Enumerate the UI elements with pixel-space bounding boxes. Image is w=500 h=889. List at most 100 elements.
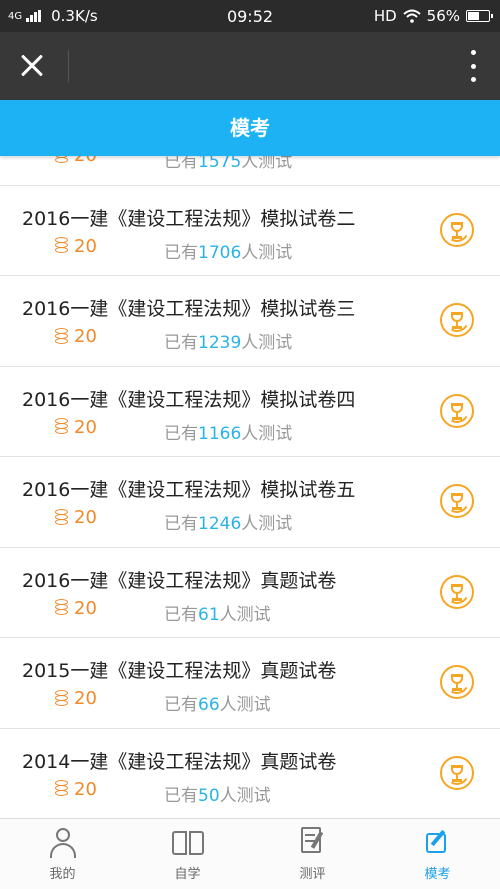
tester-prefix: 已有 [164, 604, 198, 625]
battery-percent: 56% [426, 7, 460, 25]
tester-suffix: 人测试 [219, 695, 271, 715]
list-item[interactable]: 2016一建《建设工程法规》模拟试卷二 20 已有1706人测试 [0, 186, 500, 276]
status-right: HD 56% [373, 7, 493, 25]
tester-number: 1166 [198, 423, 242, 444]
list-item[interactable]: 2016一建《建设工程法规》模拟试卷四 20 已有1166人测试 [0, 367, 500, 457]
exam-title: 2015一建《建设工程法规》真题试卷 [22, 660, 337, 682]
tester-count: 已有61人测试 [164, 600, 271, 625]
tab-label: 测评 [299, 867, 326, 882]
coin-cost: 20 [54, 236, 97, 257]
battery-fill [468, 12, 480, 20]
user-icon [49, 827, 77, 859]
trophy-icon[interactable] [440, 303, 474, 337]
tester-count: 已有1166人测试 [164, 419, 292, 444]
coin-stack-icon [54, 237, 71, 255]
edit-note-icon [300, 827, 325, 855]
coin-cost: 20 [54, 156, 97, 166]
hd-indicator: HD [373, 7, 397, 25]
tester-suffix: 人测试 [241, 333, 293, 353]
tester-number: 1239 [198, 333, 242, 353]
coin-value: 20 [74, 416, 97, 438]
coin-value: 20 [74, 156, 97, 166]
coin-cost: 20 [54, 598, 97, 619]
tester-prefix: 已有 [164, 333, 198, 353]
coin-stack-icon [54, 780, 71, 798]
tester-count: 已有66人测试 [164, 690, 271, 715]
list-item[interactable]: 2016一建《建设工程法规》模拟试卷三 20 已有1239人测试 [0, 276, 500, 367]
coin-value: 20 [74, 235, 97, 257]
tester-number: 1575 [198, 156, 242, 172]
list-item[interactable]: 2016一建《建设工程法规》真题试卷 20 已有61人测试 [0, 548, 500, 638]
book-icon [171, 831, 204, 857]
coin-stack-icon [54, 508, 71, 527]
battery-icon [466, 10, 493, 22]
coin-stack-icon [54, 156, 71, 165]
list-item[interactable]: 2015一建《建设工程法规》真题试卷 20 已有66人测试 [0, 638, 500, 729]
trophy-icon[interactable] [440, 212, 474, 247]
list-item[interactable]: 2016一建《建设工程法规》模拟试卷五 20 已有1246人测试 [0, 457, 500, 548]
tester-number: 1246 [198, 514, 242, 534]
tester-suffix: 人测试 [241, 156, 293, 172]
trophy-icon[interactable] [440, 665, 474, 699]
trophy-icon[interactable] [440, 755, 474, 790]
tab-self-study[interactable]: 自学 [125, 819, 250, 889]
coin-value: 20 [74, 326, 97, 347]
coin-stack-icon [54, 418, 71, 436]
tester-prefix: 已有 [164, 423, 198, 444]
exam-title: 2016一建《建设工程法规》真题试卷 [22, 569, 337, 592]
tester-count: 已有1239人测试 [164, 328, 292, 353]
coin-cost: 20 [54, 417, 97, 438]
coin-value: 20 [74, 688, 97, 709]
tester-suffix: 人测试 [219, 604, 271, 625]
close-icon[interactable] [14, 48, 50, 84]
coin-value: 20 [74, 778, 97, 800]
tester-count: 已有1246人测试 [164, 509, 292, 534]
coin-cost: 20 [54, 326, 97, 347]
tester-count: 已有50人测试 [164, 781, 271, 806]
tab-mock-exam[interactable]: 模考 [375, 819, 500, 889]
tester-suffix: 人测试 [219, 785, 271, 806]
bottom-tab-bar: 我的 自学 测评 模考 [0, 818, 500, 889]
coin-stack-icon [54, 599, 71, 617]
list-item-partial[interactable]: 20 已有1575人测试 [0, 156, 500, 186]
tester-suffix: 人测试 [241, 514, 293, 534]
toolbar-divider [68, 50, 69, 82]
coin-stack-icon [54, 689, 71, 708]
pencil-square-icon [425, 829, 450, 855]
list-item[interactable]: 2014一建《建设工程法规》真题试卷 20 已有50人测试 [0, 729, 500, 819]
coin-cost: 20 [54, 688, 97, 709]
trophy-icon[interactable] [440, 393, 474, 428]
tester-count: 已有1575人测试 [164, 156, 292, 172]
coin-value: 20 [74, 597, 97, 619]
tab-mine[interactable]: 我的 [0, 819, 125, 889]
exam-title: 2016一建《建设工程法规》模拟试卷四 [22, 388, 356, 411]
tester-number: 50 [198, 785, 220, 806]
tester-number: 61 [198, 604, 220, 625]
exam-list-inner: 20 已有1575人测试 2016一建《建设工程法规》模拟试卷二20已有1706… [0, 156, 500, 818]
tab-evaluation[interactable]: 测评 [250, 819, 375, 889]
status-bar: 4G 0.3K/s 09:52 HD 56% [0, 0, 500, 32]
exam-title: 2016一建《建设工程法规》模拟试卷三 [22, 298, 356, 320]
tab-label: 模考 [424, 867, 451, 882]
wifi-icon [402, 9, 421, 23]
tester-prefix: 已有 [164, 785, 198, 806]
tester-suffix: 人测试 [241, 423, 293, 444]
tester-prefix: 已有 [164, 242, 198, 263]
coin-cost: 20 [54, 779, 97, 800]
exam-title: 2016一建《建设工程法规》模拟试卷二 [22, 207, 356, 230]
tab-label: 自学 [174, 867, 201, 882]
tester-prefix: 已有 [164, 156, 198, 172]
tester-prefix: 已有 [164, 695, 198, 715]
tester-suffix: 人测试 [241, 242, 293, 263]
more-vert-icon[interactable] [468, 50, 478, 82]
tester-count: 已有1706人测试 [164, 238, 292, 263]
coin-cost: 20 [54, 507, 97, 528]
exam-list[interactable]: 20 已有1575人测试 2016一建《建设工程法规》模拟试卷二20已有1706… [0, 156, 500, 818]
tester-number: 1706 [198, 242, 242, 263]
trophy-icon[interactable] [440, 484, 474, 518]
tab-label: 我的 [49, 867, 76, 882]
page-title: 模考 [0, 100, 500, 156]
coin-stack-icon [54, 327, 71, 346]
trophy-icon[interactable] [440, 574, 474, 609]
tester-number: 66 [198, 695, 220, 715]
